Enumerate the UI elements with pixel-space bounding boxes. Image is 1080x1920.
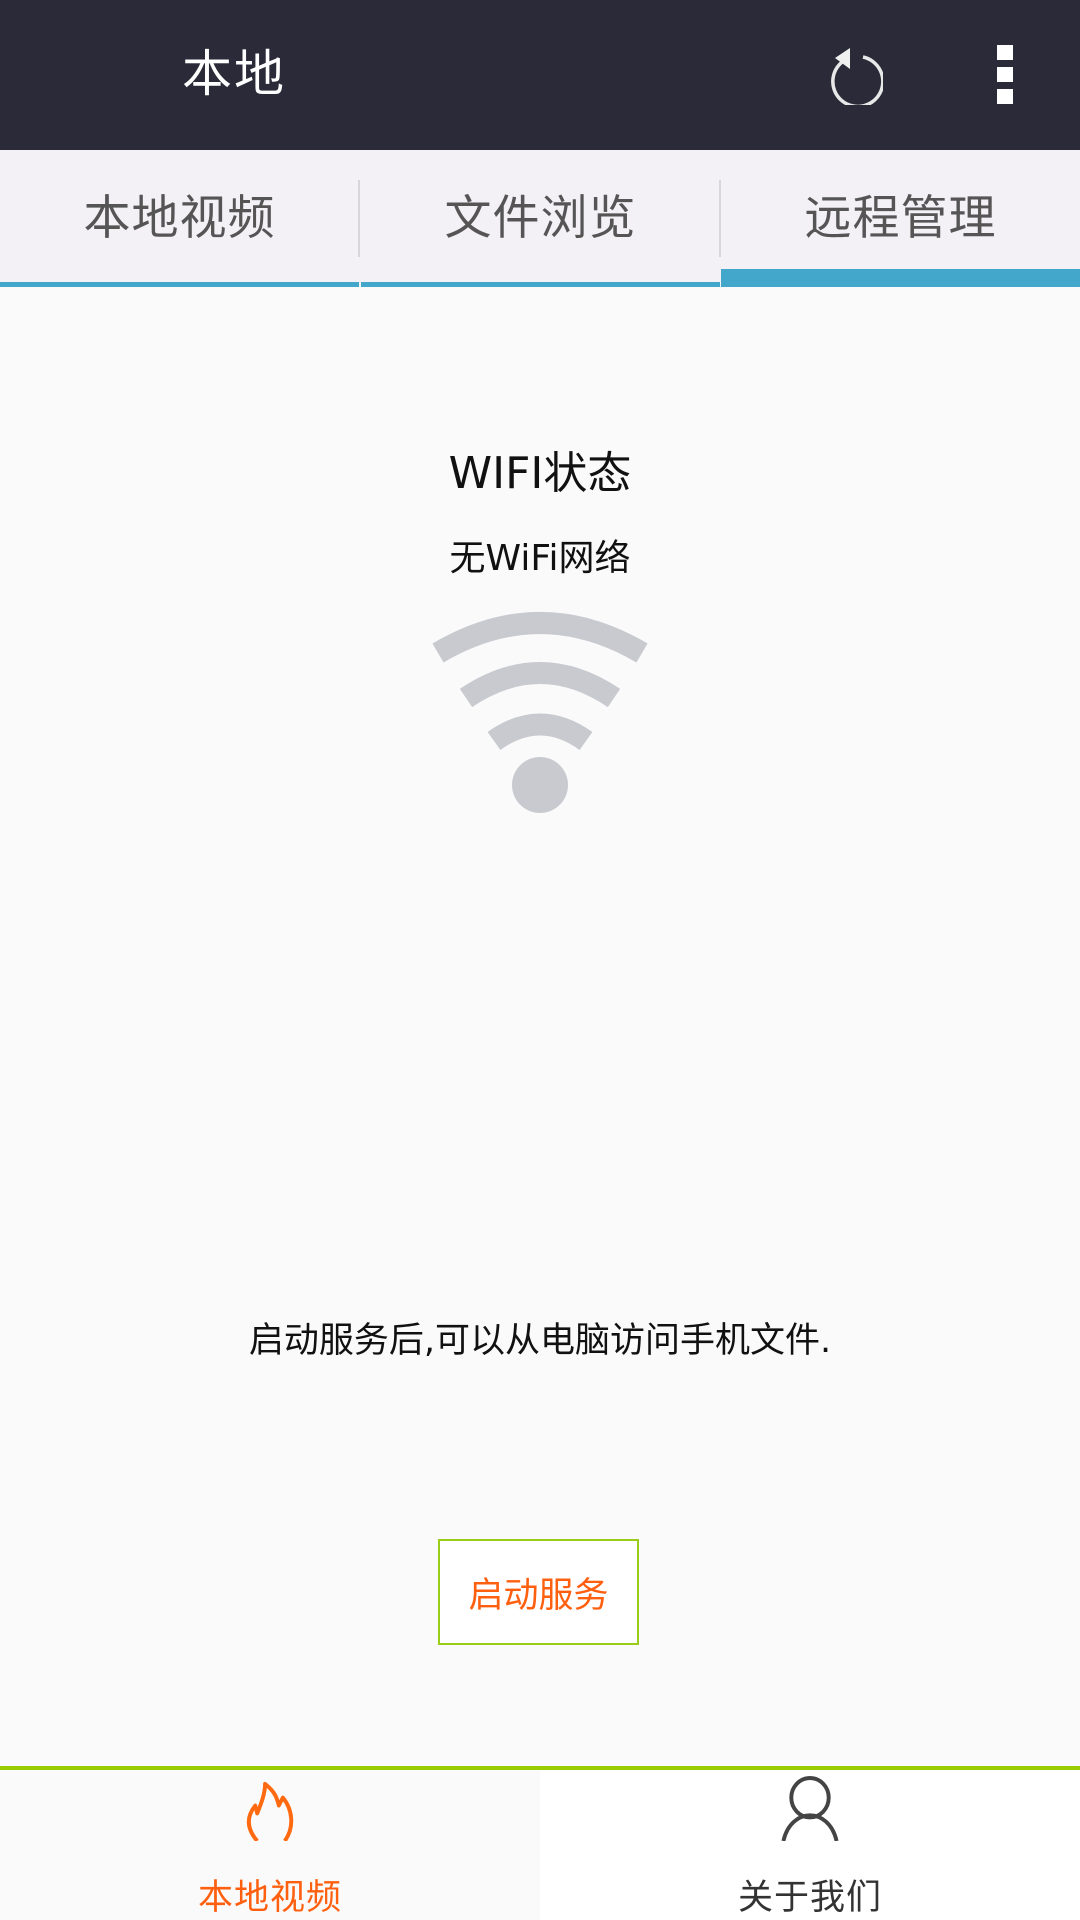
wifi-icon — [432, 612, 648, 813]
refresh-icon — [831, 48, 883, 105]
bottom-nav-local-video[interactable]: 本地视频 — [0, 1770, 540, 1920]
refresh-button[interactable] — [815, 36, 891, 112]
tab-indicator-active — [721, 269, 1080, 287]
tab-local-video[interactable]: 本地视频 — [0, 150, 359, 287]
bottom-navigation: 本地视频 关于我们 — [0, 1766, 1080, 1920]
remote-manage-panel: WIFI状态 无WiFi网络 启动服务后,可以从电脑访问手机文件. 启动服务 — [0, 287, 1080, 1768]
tab-divider — [358, 180, 360, 257]
tab-label: 本地视频 — [83, 191, 276, 246]
tab-file-browse[interactable]: 文件浏览 — [361, 150, 720, 287]
more-vert-icon-dot — [997, 88, 1013, 104]
start-service-button[interactable]: 启动服务 — [438, 1539, 639, 1645]
service-hint-text: 启动服务后,可以从电脑访问手机文件. — [248, 1321, 832, 1361]
app-bar: 本地 — [0, 0, 1080, 150]
tab-bar: 本地视频 文件浏览 远程管理 — [0, 150, 1080, 287]
tab-remote-manage[interactable]: 远程管理 — [721, 150, 1080, 287]
wifi-status-title: WIFI状态 — [448, 448, 632, 499]
bottom-nav-about-us[interactable]: 关于我们 — [540, 1770, 1080, 1920]
tab-label: 远程管理 — [804, 191, 997, 246]
bottom-nav-label: 关于我们 — [737, 1878, 882, 1918]
bottom-nav-label: 本地视频 — [197, 1878, 342, 1918]
overflow-menu-button[interactable] — [975, 36, 1035, 112]
tab-label: 文件浏览 — [444, 191, 637, 246]
more-vert-icon-dot — [997, 44, 1013, 60]
more-vert-icon-dot — [997, 66, 1013, 82]
flame-icon — [246, 1781, 294, 1841]
wifi-status-text: 无WiFi网络 — [449, 538, 631, 579]
app-title: 本地 — [182, 45, 286, 103]
person-icon — [781, 1776, 839, 1841]
